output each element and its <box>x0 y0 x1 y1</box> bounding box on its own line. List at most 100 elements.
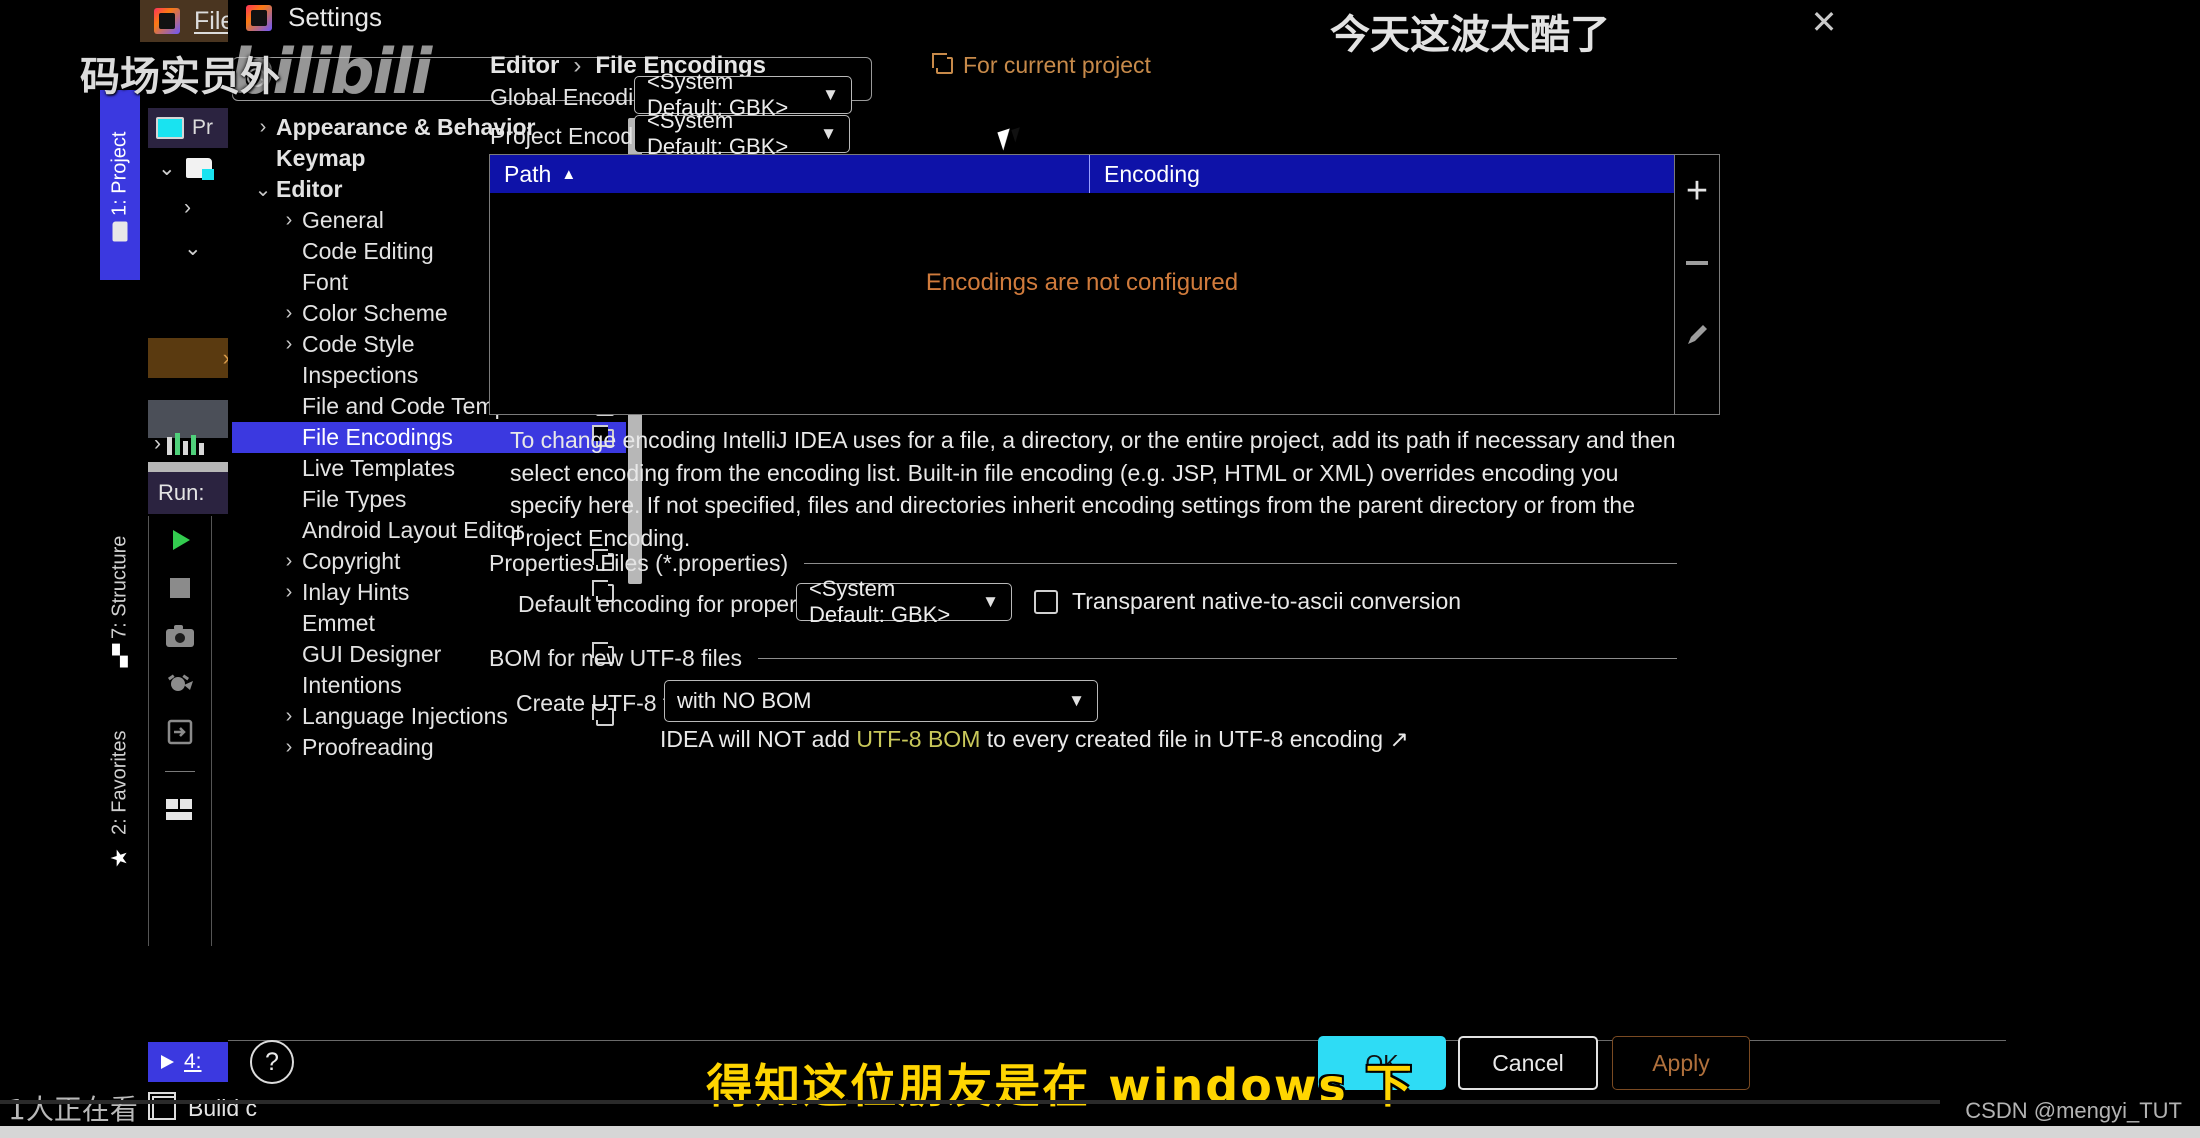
build-status-row[interactable]: Build c <box>140 1086 400 1130</box>
build-label: Build c <box>188 1094 258 1121</box>
project-panel-header: Pr <box>148 108 239 148</box>
for-current-project-label: For current project <box>963 52 1151 78</box>
settings-tree-item-label: Proofreading <box>302 734 434 760</box>
column-header-encoding[interactable]: Encoding <box>1090 155 1674 193</box>
tool-window-tab-favorites[interactable]: ★ 2: Favorites <box>100 700 140 900</box>
encodings-table[interactable]: Path ▲ Encoding Encodings are not config… <box>489 154 1675 415</box>
project-tree-row[interactable]: › <box>148 188 239 228</box>
external-link-icon[interactable]: ↗ <box>1389 726 1408 752</box>
settings-tree-item-label: Editor <box>276 176 343 202</box>
run-tool-window-title: Run: <box>148 472 240 514</box>
chevron-down-icon: ▼ <box>820 124 837 143</box>
chevron-right-icon: › <box>285 302 293 324</box>
settings-dialog: Settings ✕ › Appearance & Behavior Keymap ⌄… <box>228 0 2006 1090</box>
bottom-strip <box>0 1126 2200 1138</box>
tool-window-tab-structure[interactable]: ▚ 7: Structure <box>100 505 140 695</box>
run-toolbar: » <box>148 516 212 946</box>
project-tree-row[interactable]: ⌄ <box>148 148 239 188</box>
settings-tree-item-label: File Types <box>302 486 407 512</box>
minus-icon <box>1686 261 1708 265</box>
project-encoding-combobox[interactable]: <System Default: GBK> ▼ <box>634 108 850 159</box>
bom-note: IDEA will NOT add UTF-8 BOM to every cre… <box>660 726 1409 753</box>
bottom-tool-window-tab[interactable]: 4: <box>148 1042 240 1082</box>
column-header-path[interactable]: Path ▲ <box>490 155 1090 193</box>
apply-button[interactable]: Apply <box>1612 1036 1750 1090</box>
csdn-watermark: CSDN @mengyi_TUT <box>1965 1098 2182 1123</box>
taskbar-shadow <box>0 1100 1940 1104</box>
chevron-down-icon: ⌄ <box>184 236 202 260</box>
project-tree-row[interactable]: ⌄ <box>148 228 239 268</box>
remove-encoding-button[interactable] <box>1675 227 1719 299</box>
settings-content-pane: Editor › File Encodings For current proj… <box>486 0 2006 1040</box>
intellij-logo-icon <box>154 8 180 34</box>
breadcrumb-parent[interactable]: Editor <box>490 52 559 80</box>
copy-icon <box>932 53 953 74</box>
toolbar-divider <box>149 756 211 786</box>
folder-icon <box>185 158 214 180</box>
chevron-down-icon: ▼ <box>1068 691 1085 710</box>
encodings-table-header: Path ▲ Encoding <box>490 155 1674 193</box>
pencil-icon <box>1688 325 1707 344</box>
cancel-button[interactable]: Cancel <box>1458 1036 1598 1090</box>
tool-window-tab-project[interactable]: 1: Project <box>100 90 140 280</box>
bottom-tab-label: 4: <box>184 1050 202 1073</box>
stop-button[interactable] <box>149 564 211 612</box>
create-utf8-files-combobox[interactable]: with NO BOM ▼ <box>664 680 1098 722</box>
add-encoding-button[interactable]: + <box>1675 155 1719 227</box>
more-options-icon[interactable]: » <box>149 834 211 882</box>
for-current-project-link[interactable]: For current project <box>932 52 1151 79</box>
star-icon: ★ <box>107 844 133 870</box>
folder-icon <box>112 221 128 242</box>
bom-group-title: BOM for new UTF-8 files <box>489 645 743 671</box>
chevron-right-icon: › <box>285 736 293 758</box>
settings-tree-item-label: Font <box>302 269 349 295</box>
settings-dialog-title: Settings <box>246 2 382 33</box>
project-tree-highlighted-row[interactable]: › <box>148 338 240 378</box>
project-horizontal-scrollbar[interactable] <box>148 462 240 472</box>
export-icon[interactable] <box>149 708 211 756</box>
settings-tree-item-label: Code Editing <box>302 238 434 264</box>
settings-tree-item-label: Keymap <box>276 145 366 171</box>
bom-note-suffix: to every created file in UTF-8 encoding <box>980 726 1384 752</box>
chevron-down-icon: ⌄ <box>158 156 176 180</box>
settings-tree-item-label: Inspections <box>302 362 419 388</box>
layout-icon[interactable] <box>149 786 211 834</box>
bom-note-highlight: UTF-8 BOM <box>856 726 981 752</box>
create-utf8-files-value: with NO BOM <box>677 688 812 713</box>
bar-chart-icon <box>167 433 204 455</box>
group-divider <box>804 563 1677 564</box>
properties-files-group-header: Properties Files (*.properties) <box>489 550 1677 577</box>
debug-bug-icon[interactable] <box>149 660 211 708</box>
encodings-empty-message: Encodings are not configured <box>925 269 1239 296</box>
column-header-encoding-label: Encoding <box>1104 160 1200 187</box>
camera-icon[interactable] <box>149 612 211 660</box>
analytics-bars-row: › <box>148 425 240 463</box>
play-icon <box>161 1055 174 1069</box>
chevron-right-icon: › <box>285 550 293 572</box>
help-button[interactable]: ? <box>250 1040 294 1084</box>
plus-icon: + <box>1685 170 1709 212</box>
breadcrumb-separator-icon: › <box>573 52 582 79</box>
chevron-down-icon: ⌄ <box>254 179 272 201</box>
transparent-native-to-ascii-checkbox[interactable] <box>1034 589 1058 614</box>
danmaku-comment: 今天这波太酷了 <box>1330 12 1610 58</box>
run-button[interactable] <box>149 516 211 564</box>
chevron-right-icon: › <box>259 116 267 138</box>
tool-window-tab-project-label: 1: Project <box>108 131 131 216</box>
structure-icon: ▚ <box>112 645 128 668</box>
edit-encoding-button[interactable] <box>1675 299 1719 371</box>
screenshot-root: File 1: Project ▚ 7: Structure ★ 2: Favo… <box>0 0 2200 1138</box>
encodings-table-body: Encodings are not configured <box>490 193 1674 414</box>
group-divider <box>758 658 1677 659</box>
settings-tree-item-label: General <box>302 207 384 233</box>
chevron-down-icon: ▼ <box>982 592 999 611</box>
settings-tree-item-label: Language Injections <box>302 703 508 729</box>
encodings-table-toolbar: + <box>1675 154 1720 415</box>
settings-dialog-title-label: Settings <box>288 2 382 32</box>
properties-default-encoding-combobox[interactable]: <System Default: GBK> ▼ <box>796 576 1012 627</box>
transparent-native-to-ascii-label: Transparent native-to-ascii conversion <box>1072 588 1462 614</box>
bom-group-header: BOM for new UTF-8 files <box>489 645 1677 672</box>
chevron-right-icon: › <box>184 196 191 219</box>
transparent-native-to-ascii-row[interactable]: Transparent native-to-ascii conversion <box>1034 588 1461 615</box>
chevron-down-icon: ▼ <box>822 85 839 104</box>
